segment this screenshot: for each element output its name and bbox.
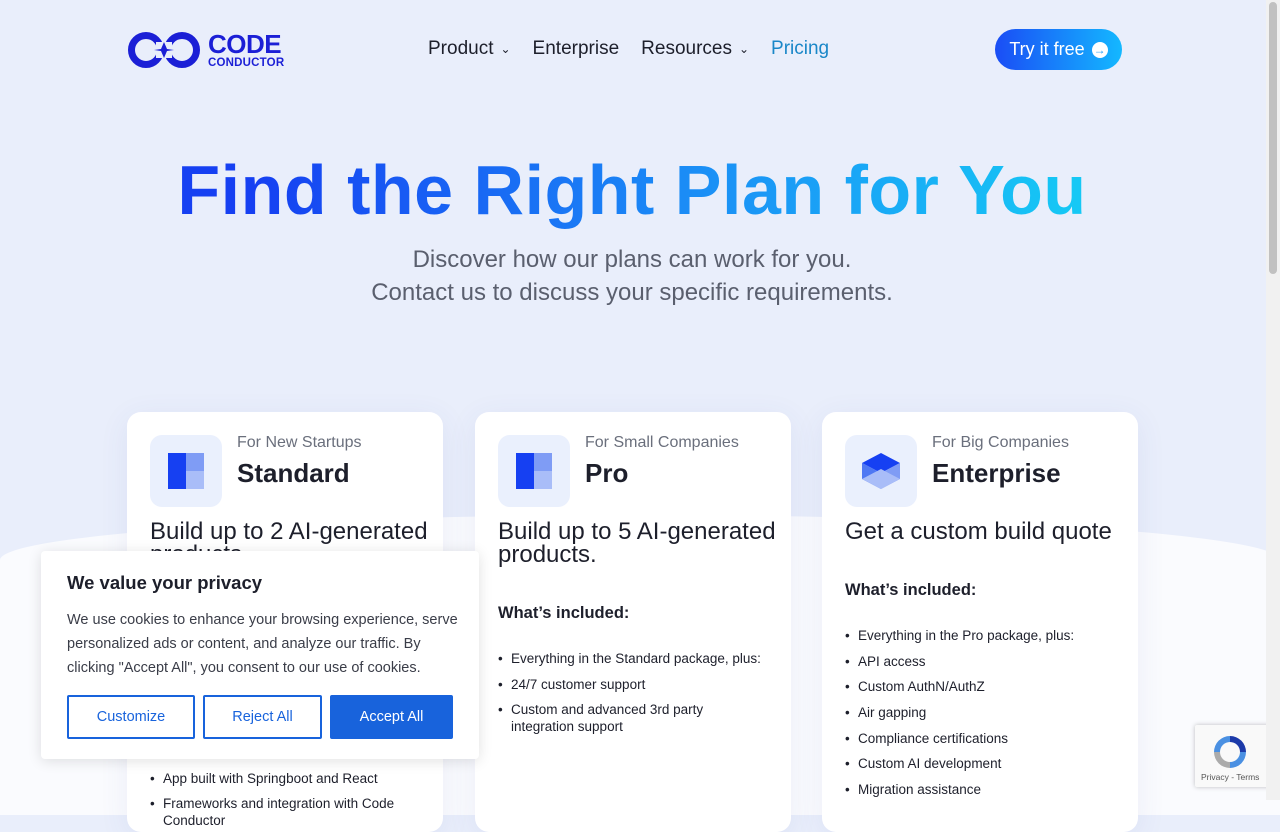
chevron-down-icon: ⌄ bbox=[738, 42, 750, 56]
feature-item: Everything in the Standard package, plus… bbox=[498, 650, 778, 667]
feature-item: Everything in the Pro package, plus: bbox=[845, 627, 1125, 644]
feature-item: Custom AI development bbox=[845, 755, 1125, 772]
pro-plan-icon bbox=[498, 435, 570, 507]
plan-audience: For Big Companies bbox=[932, 434, 1069, 451]
hero-subtitle-line: Discover how our plans can work for you. bbox=[412, 246, 852, 273]
cookie-text: We use cookies to enhance your browsing … bbox=[67, 612, 458, 676]
nav-label: Product bbox=[428, 38, 494, 59]
recaptcha-icon bbox=[1214, 736, 1246, 768]
nav-label: Enterprise bbox=[532, 38, 620, 59]
logo-text-conductor: CONDUCTOR bbox=[208, 56, 285, 69]
nav-item-resources[interactable]: Resources ⌄ bbox=[641, 38, 749, 60]
nav-label: Pricing bbox=[771, 38, 830, 59]
arrow-right-icon: → bbox=[1091, 41, 1108, 58]
plan-card-enterprise: For Big Companies Enterprise Get a custo… bbox=[822, 412, 1138, 832]
nav-item-enterprise[interactable]: Enterprise bbox=[533, 38, 620, 60]
hero-subtitle: Discover how our plans can work for you.… bbox=[0, 243, 1264, 309]
page-title: Find the Right Plan for You bbox=[0, 150, 1264, 230]
nav-item-pricing[interactable]: Pricing bbox=[771, 38, 829, 60]
enterprise-plan-icon bbox=[845, 435, 917, 507]
standard-plan-icon bbox=[150, 435, 222, 507]
feature-item: App built with Springboot and React bbox=[150, 770, 430, 787]
reject-all-button[interactable]: Reject All bbox=[203, 695, 322, 739]
recaptcha-links[interactable]: Privacy - Terms bbox=[1201, 772, 1259, 782]
feature-item: Custom AuthN/AuthZ bbox=[845, 678, 1125, 695]
feature-item: Air gapping bbox=[845, 704, 1125, 721]
customize-button[interactable]: Customize bbox=[67, 695, 195, 739]
feature-item: Custom and advanced 3rd party integratio… bbox=[498, 701, 726, 735]
plan-name: Enterprise bbox=[932, 458, 1061, 488]
feature-item: 24/7 customer support bbox=[498, 676, 778, 693]
try-it-free-button[interactable]: Try it free → bbox=[995, 29, 1122, 70]
plan-audience: For New Startups bbox=[237, 434, 362, 451]
feature-item: API access bbox=[845, 653, 1125, 670]
plan-headline: Build up to 5 AI-generated products. bbox=[498, 518, 776, 568]
nav-item-product[interactable]: Product ⌄ bbox=[428, 38, 511, 60]
feature-item: Compliance certifications bbox=[845, 730, 1125, 747]
plan-name: Standard bbox=[237, 458, 350, 488]
plan-headline: Get a custom build quote bbox=[845, 518, 1112, 545]
feature-item: Migration assistance bbox=[845, 781, 1125, 798]
logo-text-code: CODE bbox=[208, 28, 282, 59]
feature-list: Everything in the Pro package, plus: API… bbox=[845, 627, 1125, 798]
feature-item: Frameworks and integration with Code Con… bbox=[150, 795, 430, 829]
scrollbar-thumb[interactable] bbox=[1269, 2, 1277, 274]
feature-list: Everything in the Standard package, plus… bbox=[498, 650, 778, 735]
accept-all-button[interactable]: Accept All bbox=[330, 695, 453, 739]
cta-label: Try it free bbox=[1009, 39, 1085, 59]
included-title: What’s included: bbox=[498, 604, 630, 622]
cookie-consent-banner: We value your privacy We use cookies to … bbox=[41, 551, 479, 759]
page-scrollbar[interactable] bbox=[1266, 0, 1280, 800]
plan-card-pro: For Small Companies Pro Build up to 5 AI… bbox=[475, 412, 791, 832]
nav-label: Resources bbox=[641, 38, 732, 59]
code-conductor-logo[interactable]: CODE CONDUCTOR bbox=[126, 30, 284, 70]
main-nav: Product ⌄ Enterprise Resources ⌄ Pricing bbox=[428, 38, 851, 60]
included-title: What’s included: bbox=[845, 581, 977, 599]
logo-mark-icon bbox=[128, 32, 200, 68]
plan-audience: For Small Companies bbox=[585, 434, 739, 451]
cookie-title: We value your privacy bbox=[67, 572, 263, 593]
hero-subtitle-line: Contact us to discuss your specific requ… bbox=[371, 279, 893, 306]
plan-name: Pro bbox=[585, 458, 629, 488]
chevron-down-icon: ⌄ bbox=[500, 42, 511, 56]
